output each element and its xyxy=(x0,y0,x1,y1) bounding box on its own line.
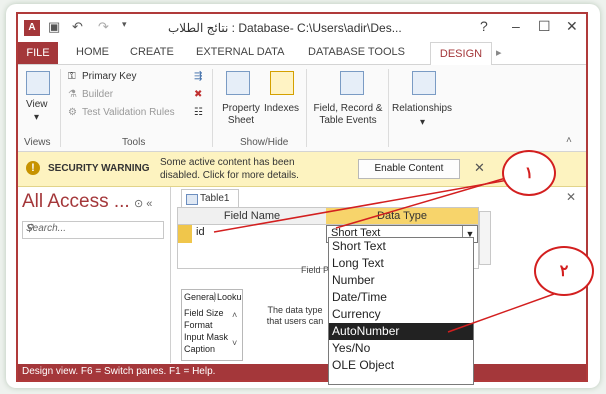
annotation-2: ٢ xyxy=(534,246,594,296)
annotation-1-label: ١ xyxy=(524,165,534,182)
pointer-line-1 xyxy=(213,178,515,233)
screenshot-frame: A ▣ ↶ ↷ ▾ نتائج الطلاب : Database- C:\Us… xyxy=(6,4,600,388)
annotation-2-label: ٢ xyxy=(559,263,569,280)
pointer-line-2 xyxy=(447,293,555,333)
annotation-1: ١ xyxy=(502,150,556,196)
pointer-line-1b xyxy=(335,174,517,229)
annotation-lines xyxy=(213,174,555,333)
